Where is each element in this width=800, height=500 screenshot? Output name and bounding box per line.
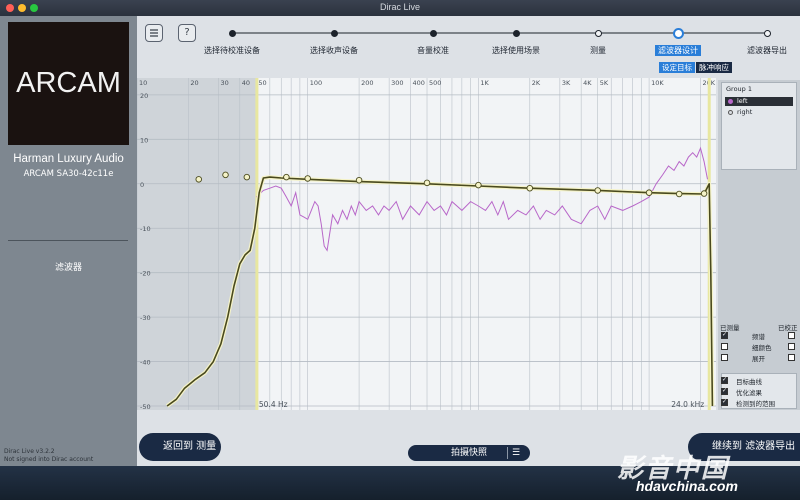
chart-svg[interactable]: 10 20 30 40 50 100 200 300 400 500 1K 2K 3K 4K 5K 10K20… [137,78,716,410]
channel-right-row[interactable]: right [725,108,793,117]
x-tick-label: 20 [190,79,198,87]
option-label-1: 频谱 [752,333,765,341]
x-tick-label: 4K [583,79,592,87]
y-tick-label: -40 [140,359,151,367]
target-handle[interactable] [243,173,251,181]
x-tick-label: 5K [600,79,609,87]
group-title: Group 1 [726,85,752,93]
target-handle[interactable] [222,171,229,179]
sidebar-divider [8,240,128,241]
step-dot-3[interactable] [429,29,437,37]
x-tick-label: 200 [361,79,373,87]
toggle-checkbox-2[interactable] [721,387,728,395]
x-tick-label: 40 [242,79,250,87]
step-label-2[interactable]: 选择收声设备 [310,45,358,56]
back-button-label: 返回到 测量 [163,441,217,452]
target-handle[interactable] [526,184,534,192]
x-tick-label: 400 [412,79,424,87]
y-tick-label: -30 [140,314,151,322]
brand-name: Harman Luxury Audio [13,153,124,165]
channel-left-label: left [737,97,748,105]
step-dot-5[interactable] [594,29,602,37]
y-tick-label: -10 [140,225,151,233]
x-tick-label: 3K [562,79,571,87]
group-box: Group 1 left right [721,82,797,170]
toggle-label-2: 优化滤果 [736,389,762,397]
toggle-checkbox-1[interactable] [721,376,728,384]
option-measured-checkbox-3[interactable] [721,354,728,361]
option-measured-checkbox-2[interactable] [721,343,728,350]
y-tick-label: 10 [140,136,148,144]
step-dot-6[interactable] [672,27,684,39]
target-handle[interactable] [700,190,708,197]
step-label-5[interactable]: 测量 [590,45,606,56]
x-tick-label: 30 [220,79,228,87]
x-tick-label: 300 [391,79,403,87]
option-corrected-checkbox-1[interactable] [788,332,795,339]
tab-impulse[interactable]: 脉冲响应 [696,62,732,73]
tab-target[interactable]: 设定目标 [659,62,695,73]
version-info: Dirac Live v3.2.2 Not signed into Dirac … [4,448,93,464]
y-tick-label: -50 [140,403,151,410]
step-dot-4[interactable] [512,29,520,37]
target-handle[interactable] [675,190,683,198]
target-handle[interactable] [355,176,363,184]
option-corrected-checkbox-3[interactable] [788,354,795,361]
version-label: Dirac Live v3.2.2 [4,448,55,455]
channel-left-row[interactable]: left [725,97,793,106]
watermark-url: hdavchina.com [636,478,738,494]
target-handle[interactable] [645,189,653,196]
target-handle[interactable] [594,187,601,194]
toggle-label-3: 检测到的范围 [736,400,775,408]
x-tick-label: 500 [429,79,441,87]
snapshot-button[interactable]: 拍摄快照 ☰ [408,445,530,461]
x-tick-label: 2K [532,79,541,87]
step-label-6[interactable]: 滤波器设计 [655,45,701,56]
x-tick-label: 100 [310,79,322,87]
device-name: ARCAM SA30-42c11e [23,169,114,179]
y-tick-label: 20 [140,92,148,100]
step-dot-1[interactable] [228,29,236,37]
channel-left-dot [728,99,733,104]
x-tick-label: 10 [139,79,147,87]
channel-right-dot [728,110,733,115]
corrected-header: 已校正 [778,324,798,332]
option-corrected-checkbox-2[interactable] [788,343,795,350]
filter-chart[interactable]: 10 20 30 40 50 100 200 300 400 500 1K 2K 3K 4K 5K 10K 20… [137,78,716,410]
toggle-label-1: 目标曲线 [736,378,762,386]
app-window: Dirac Live ARCAM Harman Luxury Audio ARC… [0,0,800,500]
snapshot-divider [507,447,508,459]
range-low-label: 50.4 Hz [259,400,288,409]
option-measured-checkbox-1[interactable] [721,331,728,339]
back-button[interactable]: 返回到 测量 [139,433,221,461]
signin-status: Not signed into Dirac account [4,456,94,463]
sidebar-item-filter[interactable]: 滤波器 [0,260,137,273]
option-label-3: 展开 [752,355,765,363]
target-handle[interactable] [195,176,202,183]
step-dot-2[interactable] [330,29,338,37]
target-handle[interactable] [475,181,482,189]
step-label-4[interactable]: 选择使用场景 [492,45,540,56]
x-tick-label: 10K [651,79,664,87]
snapshot-label: 拍摄快照 [450,448,487,458]
excluded-low-range [137,78,257,410]
x-tick-label: 1K [480,79,489,87]
sidebar: ARCAM Harman Luxury Audio ARCAM SA30-42c… [0,16,137,466]
option-label-2: 细颜色 [752,344,772,352]
step-label-3[interactable]: 音量校准 [417,45,449,56]
x-tick-label: 50 [258,79,266,87]
toggle-checkbox-3[interactable] [721,398,728,406]
y-tick-label: 0 [140,181,144,189]
target-handle[interactable] [423,179,431,187]
range-high-label: 24.0 kHz [671,400,704,409]
target-handle[interactable] [304,175,311,182]
channel-right-label: right [737,108,753,116]
step-label-7[interactable]: 滤波器导出 [747,45,787,56]
channel-panel: Group 1 left right 已测量 已校正 频谱细颜色展开 目标曲线优… [718,80,800,410]
target-handle[interactable] [283,173,290,181]
snapshot-list-icon[interactable]: ☰ [512,445,520,461]
step-dot-7[interactable] [763,29,771,37]
step-label-1[interactable]: 选择待校准设备 [204,45,260,56]
y-tick-label: -20 [140,270,151,278]
